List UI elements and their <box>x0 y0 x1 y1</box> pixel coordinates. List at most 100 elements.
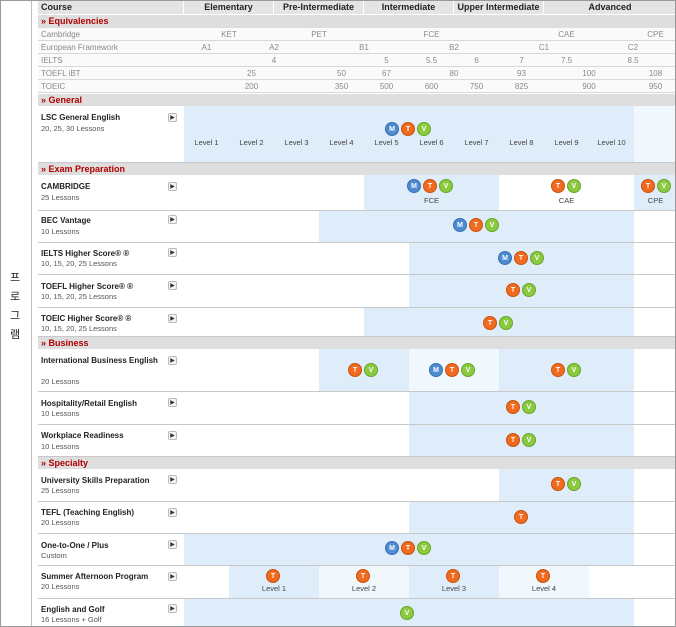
section-exam-preparation[interactable]: » Exam Preparation <box>38 163 675 175</box>
course-title: TOEFL Higher Score® ® <box>41 282 133 291</box>
badge-v-icon: V <box>567 363 581 377</box>
course-lessons: Custom <box>41 551 67 560</box>
badge-m-icon: M <box>385 541 399 555</box>
badge-v-icon: V <box>530 251 544 265</box>
badge-v-icon: V <box>567 179 581 193</box>
course-title: Summer Afternoon Program <box>41 572 149 581</box>
course-row-cambridge[interactable] <box>38 175 675 211</box>
level-label: Level 8 <box>509 138 534 147</box>
course-lessons: 10, 15, 20, 25 Lessons <box>41 259 117 268</box>
badge-v-icon: V <box>567 477 581 491</box>
badge-t-icon: T <box>536 569 550 583</box>
badge-v-icon: V <box>657 179 671 193</box>
header-band-upper-intermediate: Upper Intermediate <box>454 1 544 14</box>
badge-t-icon: T <box>469 218 483 232</box>
section-specialty[interactable]: » Specialty <box>38 457 675 469</box>
equiv-value: C2 <box>627 43 639 52</box>
badge-m-icon: M <box>498 251 512 265</box>
level-label: Level 3 <box>284 138 309 147</box>
level-label: Level 1 <box>194 138 219 147</box>
equiv-value: 93 <box>517 69 526 78</box>
equiv-value: C1 <box>538 43 550 52</box>
expand-arrow-icon[interactable]: ▶ <box>168 604 177 613</box>
expand-arrow-icon[interactable]: ▶ <box>168 540 177 549</box>
badge-t-icon: T <box>401 541 415 555</box>
badge-m-icon: M <box>429 363 443 377</box>
vertical-side-bar: 프로그램 <box>1 1 32 626</box>
badge-v-icon: V <box>439 179 453 193</box>
course-lessons: 10 Lessons <box>41 409 80 418</box>
equiv-value: CPE <box>647 30 664 39</box>
badge-m-icon: M <box>407 179 421 193</box>
exam-label-cpe: CPE <box>647 196 664 205</box>
equiv-value: 6 <box>474 56 479 65</box>
equiv-value: 50 <box>337 69 346 78</box>
course-lessons: 25 Lessons <box>41 486 80 495</box>
badge-v-icon: V <box>522 283 536 297</box>
section-general[interactable]: » General <box>38 94 675 106</box>
level-label: Level 4 <box>531 584 557 593</box>
badge-t-icon: T <box>551 179 565 193</box>
level-label: Level 2 <box>351 584 377 593</box>
equiv-value: CAE <box>558 30 575 39</box>
equiv-value: 67 <box>382 69 391 78</box>
course-lessons: 20 Lessons <box>41 582 80 591</box>
vertical-label: 프로그램 <box>9 271 21 341</box>
course-title: One-to-One / Plus <box>41 541 109 550</box>
course-lessons: 20 Lessons <box>41 518 80 527</box>
expand-arrow-icon[interactable]: ▶ <box>168 314 177 323</box>
badge-t-icon: T <box>445 363 459 377</box>
level-label: Level 10 <box>597 138 626 147</box>
exam-label-fce: FCE <box>424 196 439 205</box>
course-lessons: 20 Lessons <box>41 377 80 386</box>
expand-arrow-icon[interactable]: ▶ <box>168 356 177 365</box>
course-title: Workplace Readiness <box>41 431 124 440</box>
expand-arrow-icon[interactable]: ▶ <box>168 182 177 191</box>
equiv-value: 5.5 <box>425 56 438 65</box>
expand-arrow-icon[interactable]: ▶ <box>168 248 177 257</box>
expand-arrow-icon[interactable]: ▶ <box>168 431 177 440</box>
equiv-value: 7.5 <box>560 56 573 65</box>
badge-v-icon: V <box>461 363 475 377</box>
equiv-label-european-framework: European Framework <box>41 43 118 52</box>
level-label: Level 5 <box>374 138 399 147</box>
equiv-value: 600 <box>424 82 439 91</box>
equiv-value: 950 <box>648 82 663 91</box>
badge-m-icon: M <box>453 218 467 232</box>
badge-t-icon: T <box>514 510 528 524</box>
expand-arrow-icon[interactable]: ▶ <box>168 113 177 122</box>
course-lessons: 20, 25, 30 Lessons <box>41 124 105 133</box>
level-label: Level 3 <box>441 584 467 593</box>
section-business[interactable]: » Business <box>38 337 675 349</box>
header-band-advanced: Advanced <box>544 1 675 14</box>
expand-arrow-icon[interactable]: ▶ <box>168 281 177 290</box>
course-title: Hospitality/Retail English <box>41 399 138 408</box>
badge-v-icon: V <box>400 606 414 620</box>
header-band-pre-intermediate: Pre-Intermediate <box>274 1 364 14</box>
header-course: Course <box>38 1 184 14</box>
equiv-value: KET <box>221 30 237 39</box>
course-lessons: 16 Lessons + Golf <box>41 615 102 624</box>
badge-t-icon: T <box>551 363 565 377</box>
course-title: International Business English <box>41 356 158 365</box>
badge-v-icon: V <box>522 433 536 447</box>
course-lessons: 10 Lessons <box>41 442 80 451</box>
expand-arrow-icon[interactable]: ▶ <box>168 475 177 484</box>
badge-t-icon: T <box>483 316 497 330</box>
equiv-label-ielts: IELTS <box>41 56 63 65</box>
equiv-value: 100 <box>582 69 596 78</box>
expand-arrow-icon[interactable]: ▶ <box>168 215 177 224</box>
section-equivalencies[interactable]: » Equivalencies <box>38 15 675 28</box>
equiv-value: 108 <box>648 69 663 78</box>
equiv-value: A2 <box>269 43 279 52</box>
expand-arrow-icon[interactable]: ▶ <box>168 508 177 517</box>
badge-t-icon: T <box>356 569 370 583</box>
equiv-value: 7 <box>519 56 524 65</box>
badge-t-icon: T <box>266 569 280 583</box>
badge-t-icon: T <box>514 251 528 265</box>
course-band <box>634 106 675 162</box>
expand-arrow-icon[interactable]: ▶ <box>168 398 177 407</box>
equiv-label-toeic: TOEIC <box>41 82 66 91</box>
expand-arrow-icon[interactable]: ▶ <box>168 572 177 581</box>
equiv-value: 825 <box>514 82 529 91</box>
